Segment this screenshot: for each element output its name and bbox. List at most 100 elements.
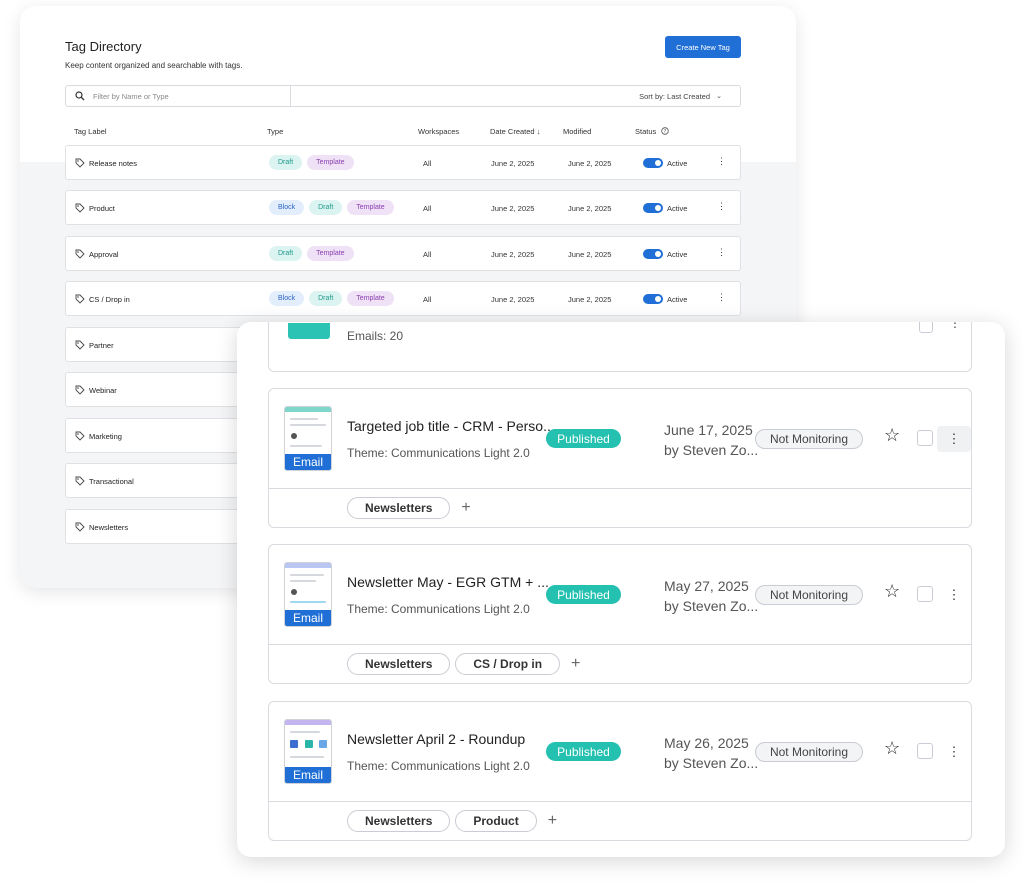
- status-value: Active: [667, 204, 688, 213]
- kebab-menu-icon[interactable]: ⋮: [717, 292, 726, 303]
- monitoring-badge[interactable]: Not Monitoring: [755, 429, 863, 449]
- monitoring-badge[interactable]: Not Monitoring: [755, 585, 863, 605]
- select-checkbox[interactable]: [917, 743, 933, 759]
- date-created-value: June 2, 2025: [491, 159, 535, 168]
- status-toggle[interactable]: [643, 158, 663, 168]
- email-author: by Steven Zo...: [664, 442, 759, 458]
- status-toggle[interactable]: [643, 203, 663, 213]
- email-card[interactable]: Email Newsletter May - EGR GTM + ... The…: [268, 544, 972, 684]
- status-toggle[interactable]: [643, 294, 663, 304]
- status-value: Active: [667, 250, 688, 259]
- select-checkbox[interactable]: [917, 430, 933, 446]
- tag-icon: [75, 431, 85, 441]
- tag-icon: [75, 294, 85, 304]
- star-icon[interactable]: ☆: [884, 581, 900, 602]
- column-header-date-created[interactable]: Date Created ↓: [490, 127, 540, 136]
- type-chip-template: Template: [347, 200, 394, 215]
- create-new-tag-button[interactable]: Create New Tag: [665, 36, 741, 58]
- divider: [290, 86, 291, 106]
- email-title[interactable]: Newsletter May - EGR GTM + ...: [347, 574, 549, 590]
- email-thumbnail[interactable]: Email: [284, 562, 332, 627]
- thumbnail-block: [319, 740, 327, 748]
- email-title[interactable]: Newsletter April 2 - Roundup: [347, 731, 525, 747]
- email-card[interactable]: Email Newsletter April 2 - Roundup Theme…: [268, 701, 972, 841]
- modified-value: June 2, 2025: [568, 204, 612, 213]
- kebab-menu-icon[interactable]: ⋮: [717, 201, 726, 212]
- thumbnail-line: [290, 731, 320, 733]
- monitoring-badge[interactable]: Not Monitoring: [755, 742, 863, 762]
- star-icon[interactable]: ☆: [884, 738, 900, 759]
- status-badge: Published: [546, 585, 621, 604]
- page-subtitle: Keep content organized and searchable wi…: [65, 61, 243, 70]
- thumbnail-avatar: [291, 589, 297, 595]
- star-icon[interactable]: ☆: [884, 425, 900, 446]
- tag-icon: [75, 158, 85, 168]
- modified-value: June 2, 2025: [568, 159, 612, 168]
- divider: [269, 801, 971, 802]
- plus-icon[interactable]: +: [548, 812, 557, 830]
- email-thumbnail[interactable]: Email: [284, 406, 332, 471]
- tag-chip-newsletters[interactable]: Newsletters: [347, 653, 451, 675]
- table-row[interactable]: Release notes Draft Template All June 2,…: [65, 145, 741, 180]
- type-chip-draft: Draft: [309, 200, 343, 215]
- status-badge: Published: [546, 429, 621, 448]
- tag-chip-newsletters[interactable]: Newsletters: [347, 810, 451, 832]
- email-author: by Steven Zo...: [664, 598, 759, 614]
- kebab-menu-icon[interactable]: ⋮: [937, 582, 971, 608]
- status-value: Active: [667, 295, 688, 304]
- email-card-partial[interactable]: Emails: 20 ⋮: [268, 322, 972, 372]
- workspaces-value: All: [423, 204, 432, 213]
- email-type-label: Email: [285, 454, 331, 470]
- type-chip-template: Template: [307, 155, 354, 170]
- thumbnail-line: [290, 424, 326, 426]
- modified-value: June 2, 2025: [568, 250, 612, 259]
- help-circle-icon[interactable]: ?: [661, 127, 670, 135]
- email-date: May 27, 2025: [664, 578, 749, 594]
- email-thumbnail: [288, 323, 330, 339]
- status-value: Active: [667, 159, 688, 168]
- email-date: May 26, 2025: [664, 735, 749, 751]
- thumbnail-block: [290, 740, 298, 748]
- plus-icon[interactable]: +: [461, 499, 470, 517]
- filter-bar: Filter by Name or Type Sort by: Last Cre…: [65, 85, 741, 107]
- column-header-status: Status ?: [635, 127, 670, 136]
- kebab-menu-icon[interactable]: ⋮: [717, 247, 726, 258]
- plus-icon[interactable]: +: [571, 655, 580, 673]
- email-title[interactable]: Targeted job title - CRM - Perso...: [347, 418, 555, 434]
- modified-value: June 2, 2025: [568, 295, 612, 304]
- email-card[interactable]: Email Targeted job title - CRM - Perso..…: [268, 388, 972, 528]
- kebab-menu-icon[interactable]: ⋮: [937, 426, 971, 452]
- chevron-down-icon[interactable]: ⌄: [716, 92, 722, 100]
- kebab-menu-icon[interactable]: ⋮: [937, 739, 971, 765]
- tag-icon: [75, 522, 85, 532]
- column-header-tag-label: Tag Label: [74, 127, 107, 136]
- table-row[interactable]: Approval Draft Template All June 2, 2025…: [65, 236, 741, 271]
- email-thumbnail[interactable]: Email: [284, 719, 332, 784]
- type-chip-draft: Draft: [269, 246, 303, 261]
- search-icon: [75, 91, 85, 101]
- email-theme: Theme: Communications Light 2.0: [347, 759, 530, 773]
- select-checkbox[interactable]: [919, 322, 933, 333]
- select-checkbox[interactable]: [917, 586, 933, 602]
- filter-input[interactable]: Filter by Name or Type: [93, 92, 169, 101]
- table-row[interactable]: CS / Drop in Block Draft Template All Ju…: [65, 281, 741, 316]
- thumbnail-line: [290, 418, 318, 420]
- thumbnail-line: [290, 601, 326, 603]
- tag-icon: [75, 385, 85, 395]
- workspaces-value: All: [423, 295, 432, 304]
- tag-chip-product[interactable]: Product: [455, 810, 537, 832]
- thumbnail-header: [285, 563, 331, 568]
- tag-chip-cs-drop-in[interactable]: CS / Drop in: [455, 653, 561, 675]
- tag-label: Product: [89, 204, 115, 213]
- header-band: [20, 6, 796, 162]
- status-toggle[interactable]: [643, 249, 663, 259]
- tag-chip-newsletters[interactable]: Newsletters: [347, 497, 451, 519]
- kebab-menu-icon[interactable]: ⋮: [717, 156, 726, 167]
- sort-select[interactable]: Sort by: Last Created: [639, 92, 710, 101]
- table-row[interactable]: Product Block Draft Template All June 2,…: [65, 190, 741, 225]
- kebab-menu-icon[interactable]: ⋮: [949, 322, 961, 330]
- workspaces-value: All: [423, 250, 432, 259]
- thumbnail-line: [290, 580, 316, 582]
- thumbnail-header: [285, 720, 331, 725]
- tag-label: CS / Drop in: [89, 295, 130, 304]
